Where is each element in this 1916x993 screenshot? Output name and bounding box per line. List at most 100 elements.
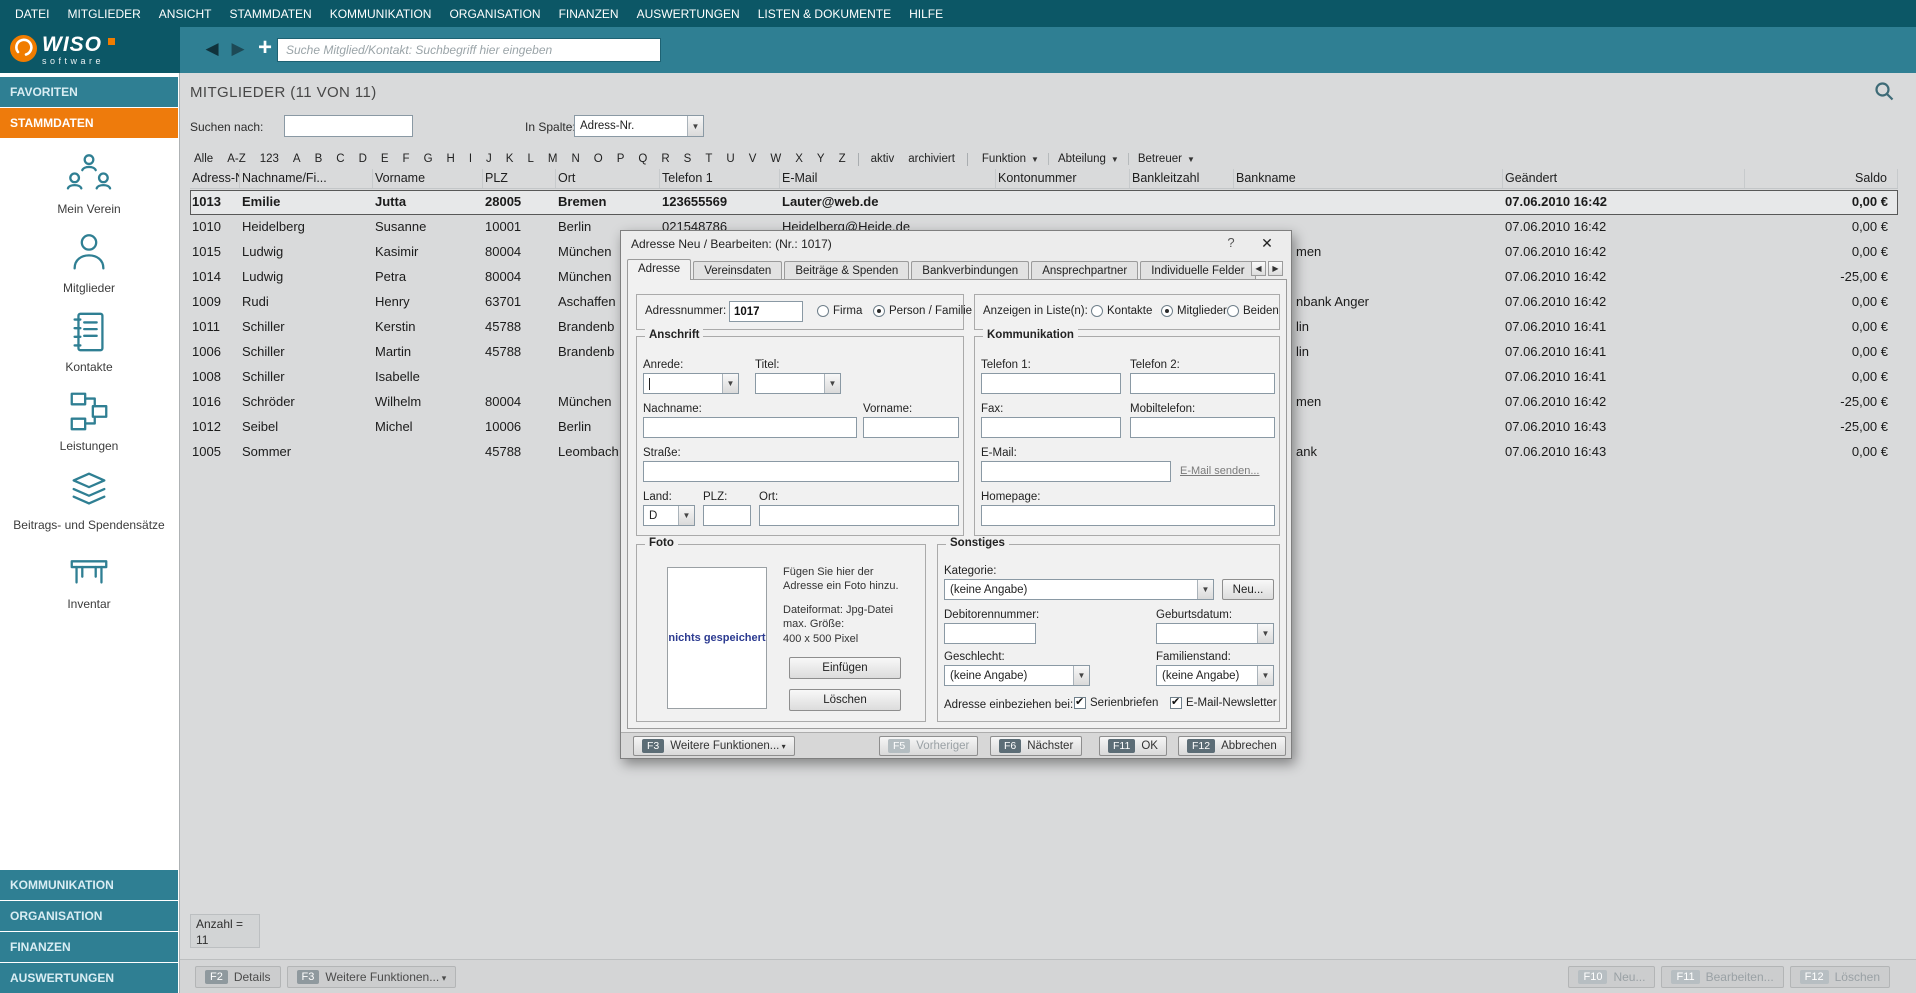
letter-filter[interactable]: W [763,153,788,165]
include-checkbox[interactable]: E-Mail-Newsletter [1170,697,1277,709]
dialog-function-button[interactable]: F3 Weitere Funktionen... [633,736,795,756]
state-filter[interactable]: aktiv [864,153,902,165]
letter-filter[interactable]: J [479,153,499,165]
geschlecht-select[interactable]: (keine Angabe) ▼ [944,665,1090,686]
state-filter[interactable]: archiviert [901,153,962,165]
person-type-radio[interactable]: Firma [817,305,862,317]
sidebar-item[interactable]: Mitglieder [9,230,169,296]
dialog-function-button[interactable]: F5 Vorheriger [879,736,978,756]
help-icon[interactable]: ? [1219,235,1243,253]
letter-filter[interactable]: Alle [187,153,220,165]
letter-filter[interactable]: A-Z [220,153,253,165]
letter-filter[interactable]: P [610,153,632,165]
kategorie-select[interactable]: (keine Angabe) ▼ [944,579,1214,600]
letter-filter[interactable]: Z [832,153,853,165]
filter-dropdown[interactable]: Abteilung ▼ [1049,153,1129,165]
titel-select[interactable]: ▼ [755,373,841,394]
letter-filter[interactable]: T [698,153,719,165]
vorname-input[interactable] [863,417,959,438]
back-arrow-icon[interactable]: ◀ [202,39,222,59]
add-button[interactable]: + [254,35,276,61]
letter-filter[interactable]: Y [810,153,832,165]
letter-filter[interactable]: V [742,153,764,165]
email-input[interactable] [981,461,1171,482]
menu-item[interactable]: STAMMDATEN [220,7,320,21]
forward-arrow-icon[interactable]: ▶ [228,39,248,59]
table-row[interactable]: 1013 Emilie Jutta 28005 Bremen 123655569… [190,190,1898,215]
letter-filter[interactable]: O [587,153,610,165]
land-select[interactable]: D ▼ [643,505,695,526]
menu-item[interactable]: ANSICHT [150,7,221,21]
sidebar-section[interactable]: AUSWERTUNGEN [0,963,178,993]
letter-filter[interactable]: F [396,153,417,165]
list-display-radio[interactable]: Kontakte [1091,305,1152,317]
function-key-button[interactable]: F11 Bearbeiten... [1661,966,1783,988]
letter-filter[interactable]: 123 [253,153,286,165]
function-key-button[interactable]: F2 Details [195,966,281,988]
photo-insert-button[interactable]: Einfügen [789,657,901,679]
menu-item[interactable]: DATEI [6,7,58,21]
sidebar-item[interactable]: Inventar [9,546,169,612]
fax-input[interactable] [981,417,1121,438]
column-header[interactable]: Telefon 1 [660,169,780,188]
letter-filter[interactable]: C [329,153,351,165]
letter-filter[interactable]: X [788,153,810,165]
letter-filter[interactable]: G [417,153,440,165]
dialog-tab[interactable]: Adresse [627,259,691,280]
dialog-function-button[interactable]: F12 Abbrechen [1178,736,1286,756]
familienstand-select[interactable]: (keine Angabe) ▼ [1156,665,1274,686]
column-header[interactable]: PLZ [483,169,556,188]
homepage-input[interactable] [981,505,1275,526]
search-for-input[interactable] [284,115,413,137]
sidebar-item[interactable]: Beitrags- und Spendensätze [9,467,169,533]
column-header[interactable]: Ort [556,169,660,188]
column-select[interactable]: Adress-Nr. ▼ [574,115,704,137]
sidebar-section[interactable]: KOMMUNIKATION [0,870,178,900]
column-header[interactable]: Bankname [1234,169,1503,188]
telefon2-input[interactable] [1130,373,1275,394]
menu-item[interactable]: ORGANISATION [440,7,549,21]
dialog-function-button[interactable]: F11 OK [1099,736,1167,756]
letter-filter[interactable]: H [440,153,462,165]
column-header[interactable]: Bankleitzahl [1130,169,1234,188]
letter-filter[interactable]: E [374,153,396,165]
debitorennummer-input[interactable] [944,623,1036,644]
photo-delete-button[interactable]: Löschen [789,689,901,711]
sidebar-item[interactable]: Kontakte [9,309,169,375]
column-header[interactable]: E-Mail [780,169,996,188]
menu-item[interactable]: KOMMUNIKATION [321,7,441,21]
letter-filter[interactable]: A [286,153,308,165]
list-display-radio[interactable]: Beiden [1227,305,1279,317]
dialog-tab[interactable]: Individuelle Felder [1140,261,1255,280]
column-header[interactable]: Vorname [373,169,483,188]
search-icon[interactable] [1874,81,1894,101]
dialog-tab[interactable]: Vereinsdaten [693,261,782,280]
function-key-button[interactable]: F3 Weitere Funktionen... [287,966,457,988]
dialog-tab[interactable]: Ansprechpartner [1031,261,1138,280]
tab-scroll-left-icon[interactable]: ◀ [1251,261,1266,276]
dialog-tab[interactable]: Beiträge & Spenden [784,261,909,280]
letter-filter[interactable]: I [462,153,479,165]
nachname-input[interactable] [643,417,857,438]
person-type-radio[interactable]: Person / Familie [873,305,972,317]
sidebar-section[interactable]: STAMMDATEN [0,108,178,138]
ort-input[interactable] [759,505,959,526]
dialog-tab[interactable]: Bankverbindungen [911,261,1029,280]
filter-dropdown[interactable]: Funktion ▼ [973,153,1049,165]
list-display-radio[interactable]: Mitglieder [1161,305,1227,317]
anrede-select[interactable]: ▼ [643,373,739,394]
filter-dropdown[interactable]: Betreuer ▼ [1129,153,1204,165]
mobiltelefon-input[interactable] [1130,417,1275,438]
geburtsdatum-select[interactable]: ▼ [1156,623,1274,644]
sidebar-section[interactable]: ORGANISATION [0,901,178,931]
column-header[interactable]: Saldo [1745,169,1898,188]
column-header[interactable]: Nachname/Fi... [240,169,373,188]
sidebar-section[interactable]: FINANZEN [0,932,178,962]
menu-item[interactable]: LISTEN & DOKUMENTE [749,7,900,21]
letter-filter[interactable]: D [352,153,374,165]
letter-filter[interactable]: Q [631,153,654,165]
letter-filter[interactable]: N [564,153,586,165]
sidebar-item[interactable]: Mein Verein [9,151,169,217]
adressnummer-input[interactable] [729,301,803,322]
telefon1-input[interactable] [981,373,1121,394]
